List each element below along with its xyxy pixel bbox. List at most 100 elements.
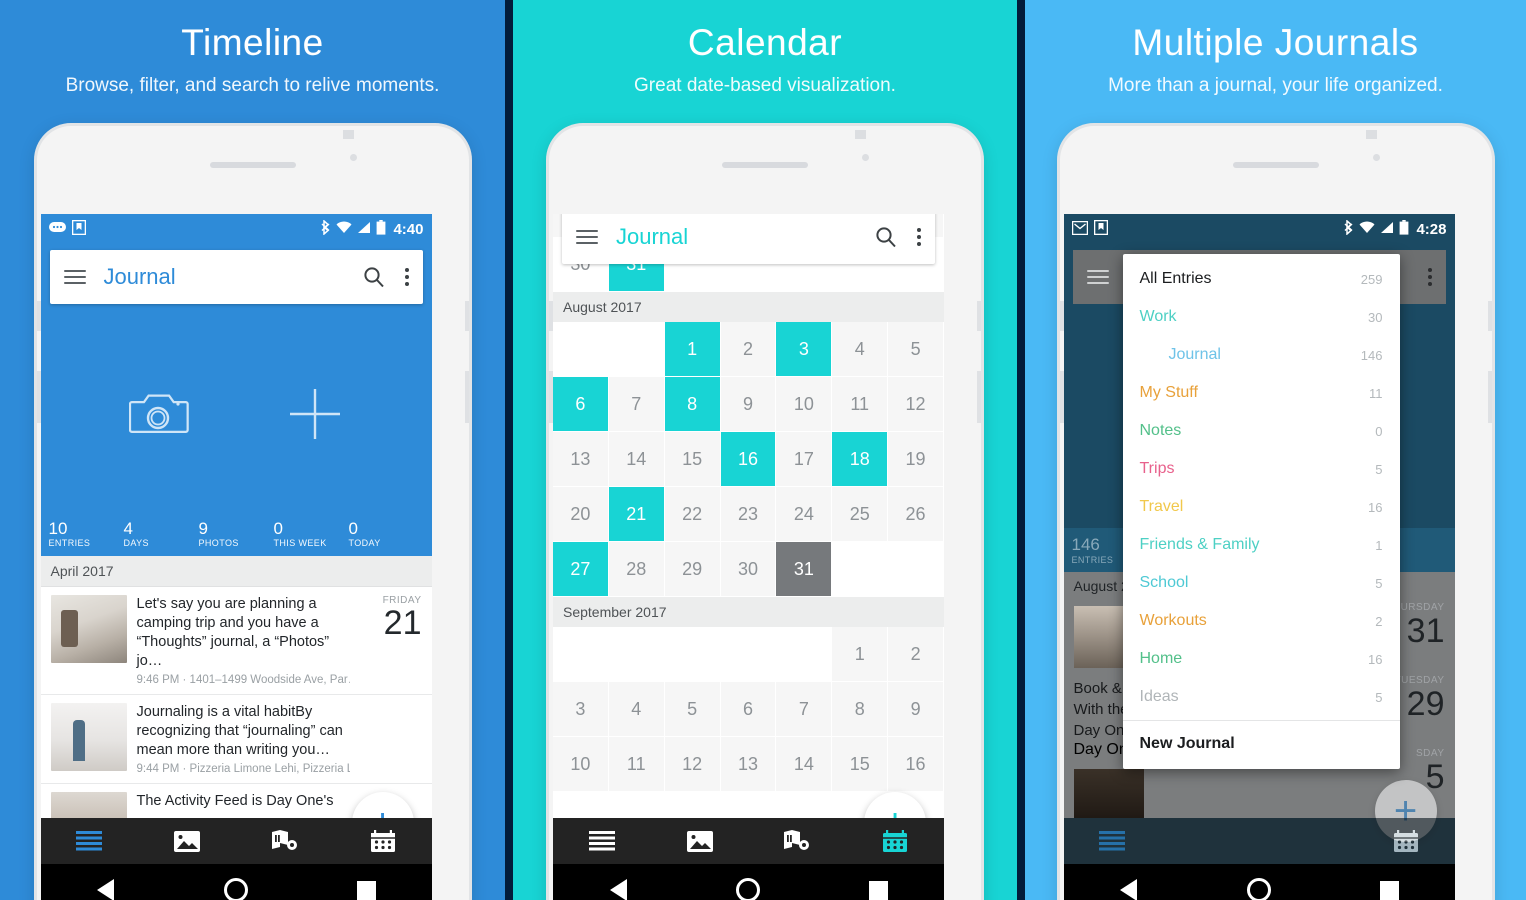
journal-menu-item[interactable]: Journal 146 — [1123, 336, 1400, 374]
calendar-day-cell[interactable]: 18 — [832, 432, 889, 487]
panel-timeline: Timeline Browse, filter, and search to r… — [0, 0, 505, 900]
calendar-day-cell[interactable]: 1 — [832, 627, 889, 682]
android-back-button[interactable] — [553, 879, 683, 900]
calendar-day-cell[interactable]: 11 — [832, 377, 889, 432]
android-recents-button[interactable] — [814, 880, 944, 900]
nav-calendar[interactable] — [334, 829, 432, 853]
nav-timeline[interactable] — [1064, 830, 1162, 852]
android-back-button[interactable] — [1064, 879, 1194, 900]
journal-menu-item[interactable]: Notes 0 — [1123, 412, 1400, 450]
nav-map[interactable] — [749, 829, 847, 853]
calendar-day-cell[interactable]: 25 — [832, 487, 889, 542]
add-entry-icon[interactable] — [287, 386, 343, 447]
calendar-day-cell[interactable]: 20 — [553, 487, 609, 542]
calendar-day-cell[interactable]: 12 — [888, 377, 944, 432]
journal-menu-item[interactable]: All Entries 259 — [1123, 260, 1400, 298]
journal-menu-item[interactable]: Trips 5 — [1123, 450, 1400, 488]
calendar-day-cell[interactable]: 13 — [553, 432, 609, 487]
calendar-day-cell[interactable]: 6 — [720, 682, 777, 737]
journal-menu-item[interactable]: Work 30 — [1123, 298, 1400, 336]
calendar-day-cell[interactable]: 15 — [832, 737, 889, 792]
power-button[interactable] — [1487, 371, 1492, 423]
nav-calendar[interactable] — [1357, 829, 1455, 853]
calendar-day-cell[interactable]: 28 — [608, 542, 665, 597]
calendar-day-cell[interactable]: 26 — [888, 487, 944, 542]
timeline-entry[interactable]: Let's say you are planning a camping tri… — [40, 587, 432, 695]
nav-calendar[interactable] — [846, 829, 944, 853]
calendar-day-cell[interactable]: 12 — [664, 737, 721, 792]
nav-timeline[interactable] — [41, 830, 139, 852]
calendar-day-cell[interactable]: 13 — [720, 737, 777, 792]
android-recents-button[interactable] — [301, 880, 431, 900]
nav-timeline[interactable] — [553, 830, 651, 852]
nav-map[interactable] — [236, 829, 334, 853]
calendar-day-cell[interactable]: 23 — [720, 487, 777, 542]
journal-menu-item[interactable]: Travel 16 — [1123, 488, 1400, 526]
journal-menu-item[interactable]: Friends & Family 1 — [1123, 526, 1400, 564]
calendar-day-cell[interactable]: 3 — [553, 682, 609, 737]
android-home-button[interactable] — [1194, 878, 1324, 900]
search-icon[interactable] — [875, 226, 897, 248]
calendar-day-cell[interactable]: 29 — [664, 542, 721, 597]
calendar-day-cell[interactable]: 6 — [553, 377, 609, 432]
nav-photos[interactable] — [651, 830, 749, 853]
menu-icon[interactable] — [576, 226, 598, 248]
volume-button[interactable] — [464, 301, 469, 331]
calendar-day-cell[interactable]: 11 — [608, 737, 665, 792]
calendar-day-cell[interactable]: 16 — [720, 432, 777, 487]
calendar-day-cell[interactable]: 10 — [553, 737, 609, 792]
calendar-day-cell[interactable]: 21 — [608, 487, 665, 542]
calendar-day-cell[interactable]: 24 — [776, 487, 833, 542]
calendar-day-cell[interactable]: 15 — [664, 432, 721, 487]
calendar-day-cell[interactable]: 22 — [664, 487, 721, 542]
calendar-day-cell[interactable]: 17 — [776, 432, 833, 487]
calendar-day-cell[interactable]: 31 — [776, 542, 833, 597]
calendar-day-cell[interactable]: 8 — [664, 377, 721, 432]
calendar-day-cell[interactable]: 4 — [608, 682, 665, 737]
calendar-day-cell[interactable]: 14 — [776, 737, 833, 792]
calendar-day-cell[interactable]: 19 — [888, 432, 944, 487]
calendar-day-cell[interactable]: 4 — [832, 322, 889, 377]
calendar-day-cell[interactable]: 5 — [888, 322, 944, 377]
overflow-menu-icon[interactable] — [404, 265, 409, 289]
calendar-day-cell[interactable]: 30 — [720, 542, 777, 597]
android-recents-button[interactable] — [1324, 880, 1454, 900]
calendar-day-cell[interactable]: 10 — [776, 377, 833, 432]
journal-menu-item[interactable]: My Stuff 11 — [1123, 374, 1400, 412]
power-button[interactable] — [464, 371, 469, 423]
calendar-day-cell[interactable]: 16 — [888, 737, 944, 792]
calendar-day-cell[interactable]: 14 — [608, 432, 665, 487]
calendar-day-cell[interactable]: 1 — [664, 322, 721, 377]
calendar-day-cell[interactable]: 27 — [553, 542, 609, 597]
calendar-day-cell[interactable]: 9 — [888, 682, 944, 737]
nav-photos[interactable] — [138, 830, 236, 853]
journal-menu-item[interactable]: Workouts 2 — [1123, 602, 1400, 640]
timeline-entry[interactable] — [1064, 763, 1365, 818]
calendar-day-cell[interactable]: 2 — [888, 627, 944, 682]
overflow-menu-icon[interactable] — [917, 225, 921, 249]
volume-button[interactable] — [1487, 301, 1492, 331]
menu-icon[interactable] — [63, 266, 86, 288]
bottom-navigation — [1063, 818, 1455, 864]
overflow-menu-icon[interactable] — [1427, 265, 1432, 289]
new-journal-button[interactable]: New Journal — [1123, 721, 1400, 769]
android-back-button[interactable] — [41, 879, 171, 900]
android-home-button[interactable] — [683, 878, 813, 900]
power-button[interactable] — [977, 371, 981, 423]
calendar-day-cell[interactable]: 7 — [776, 682, 833, 737]
menu-icon[interactable] — [1086, 266, 1109, 288]
calendar-day-cell[interactable]: 9 — [720, 377, 777, 432]
journal-menu-item[interactable]: School 5 — [1123, 564, 1400, 602]
volume-button[interactable] — [977, 301, 981, 331]
journal-menu-item[interactable]: Home 16 — [1123, 640, 1400, 678]
calendar-day-cell[interactable]: 8 — [832, 682, 889, 737]
search-icon[interactable] — [363, 266, 385, 288]
calendar-day-cell[interactable]: 2 — [720, 322, 777, 377]
calendar-day-cell[interactable]: 3 — [776, 322, 833, 377]
camera-icon[interactable] — [128, 390, 191, 443]
journal-menu-item[interactable]: Ideas 5 — [1123, 678, 1400, 716]
android-home-button[interactable] — [171, 878, 301, 900]
calendar-day-cell[interactable]: 7 — [608, 377, 665, 432]
calendar-day-cell[interactable]: 5 — [664, 682, 721, 737]
timeline-entry[interactable]: Journaling is a vital habitBy recognizin… — [40, 695, 432, 784]
